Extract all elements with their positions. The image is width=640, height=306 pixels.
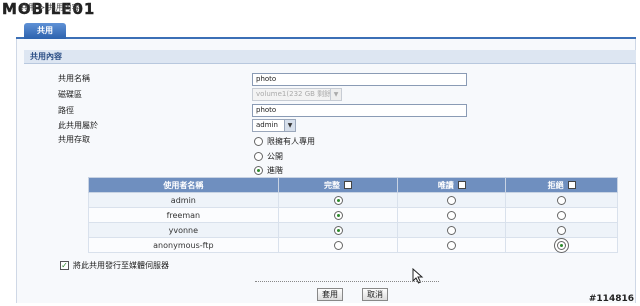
full-cell [277,207,399,223]
read-only-cell [397,237,507,253]
cancel-button[interactable]: 取消 [362,288,388,301]
read-only-radio[interactable] [447,195,457,205]
section-title: 共用內容 [24,50,636,64]
deny-cell [505,192,618,208]
full-radio[interactable] [333,225,343,235]
publish-media-server-label: 將此共用發行至媒體伺服器 [73,261,169,270]
radio-button[interactable] [254,166,263,175]
read-only-radio[interactable] [447,240,457,250]
permissions-table: 使用者名稱 完整 唯讀 拒絕 admin freeman yvonne anon… [88,177,618,253]
access-label: 共用存取 [58,135,90,144]
share-name-input[interactable]: photo [252,73,467,86]
volume-select-value: volume1(232 GB 剩餘) [256,90,334,98]
full-radio[interactable] [333,240,343,250]
access-option-owner-only[interactable]: 限擁有人專用 [254,136,315,148]
access-option-public[interactable]: 公開 [254,151,283,163]
deny-radio[interactable] [557,225,567,235]
divider [255,281,439,282]
radio-button[interactable] [254,137,263,146]
deny-radio[interactable] [557,210,567,220]
user-name-header-label: 使用者名稱 [163,180,204,190]
full-header: 完整 [277,177,399,193]
user-name-cell: anonymous-ftp [88,237,279,253]
owner-label: 此共用屬於 [58,121,98,130]
read-only-radio[interactable] [447,225,457,235]
table-row: freeman [88,207,618,223]
top-bar: MOBILE01 共用 > 共用內容 [0,0,640,20]
table-row: anonymous-ftp [88,237,618,253]
read-only-header: 唯讀 [397,177,507,193]
read-only-cell [397,207,507,223]
chevron-down-icon: ▼ [330,89,341,100]
full-select-all-checkbox[interactable] [344,181,353,189]
apply-button[interactable]: 套用 [317,288,343,301]
owner-select[interactable]: admin ▼ [252,119,296,132]
access-option-advanced[interactable]: 進階 [254,165,283,177]
full-radio[interactable] [333,195,343,205]
deny-header-label: 拒絕 [547,180,564,190]
table-header-row: 使用者名稱 完整 唯讀 拒絕 [88,177,618,193]
chevron-down-icon: ▼ [284,120,295,131]
read-only-cell [397,192,507,208]
checkbox-checked-icon[interactable]: ✓ [60,261,69,270]
share-name-label: 共用名稱 [58,74,90,83]
user-name-cell: yvonne [88,222,279,238]
owner-select-value: admin [256,121,278,129]
deny-cell [505,207,618,223]
tab-bar: 共用 [16,21,636,39]
table-row: admin [88,192,618,208]
deny-radio[interactable] [557,240,567,250]
path-input[interactable]: photo [252,104,467,117]
deny-header: 拒絕 [505,177,618,193]
access-option-label: 進階 [267,166,283,175]
tab-share[interactable]: 共用 [24,23,66,39]
watermark-id: #114816 [588,294,634,304]
volume-label: 磁碟區 [58,90,82,99]
read-only-select-all-checkbox[interactable] [457,181,466,189]
access-option-label: 公開 [267,152,283,161]
read-only-cell [397,222,507,238]
access-option-label: 限擁有人專用 [267,137,315,146]
publish-media-server-option[interactable]: ✓ 將此共用發行至媒體伺服器 [60,260,169,271]
full-radio[interactable] [333,210,343,220]
full-cell [277,237,399,253]
radio-button[interactable] [254,152,263,161]
path-label: 路徑 [58,106,74,115]
table-row: yvonne [88,222,618,238]
deny-cell [505,237,618,253]
full-header-label: 完整 [324,180,341,190]
full-cell [277,192,399,208]
deny-select-all-checkbox[interactable] [567,181,576,189]
breadcrumb: 共用 > 共用內容 [20,3,80,12]
deny-cell [505,222,618,238]
volume-select: volume1(232 GB 剩餘) ▼ [252,88,342,101]
full-cell [277,222,399,238]
user-name-cell: freeman [88,207,279,223]
read-only-header-label: 唯讀 [437,180,454,190]
read-only-radio[interactable] [447,210,457,220]
user-name-cell: admin [88,192,279,208]
deny-radio[interactable] [557,195,567,205]
user-name-header: 使用者名稱 [88,177,279,193]
